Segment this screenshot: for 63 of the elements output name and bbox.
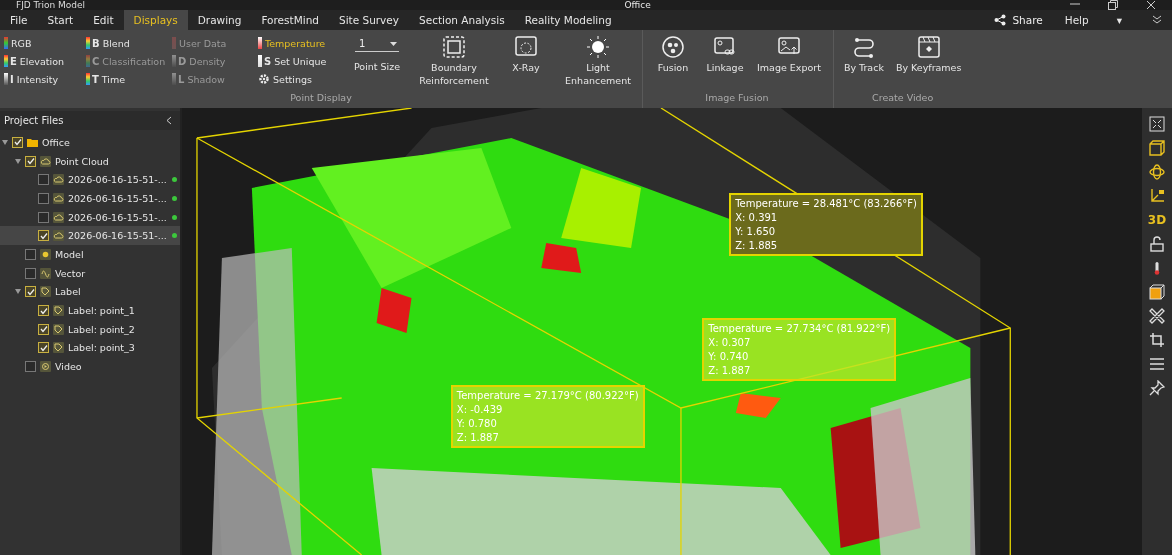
share-button[interactable]: Share (982, 10, 1055, 30)
coordinate-text: Y: 0.780 (456, 418, 498, 430)
menu-tab[interactable]: Site Survey (328, 10, 409, 30)
color-mode-button[interactable]: E Elevation (4, 52, 82, 70)
tree-item[interactable]: Vector (0, 263, 180, 283)
ribbon-button[interactable]: By Keyframes (891, 34, 966, 76)
tree-item[interactable]: 2026-06-16-15-51-... (0, 189, 180, 208)
tree-item[interactable]: 2026-06-16-15-51-... (0, 207, 180, 227)
help-dropdown[interactable]: ▾ (1098, 10, 1140, 30)
coordinate-text: Z: 1.887 (708, 365, 752, 377)
measurement-label[interactable]: Temperature = 28.481°C (83.266°F) X: 0.391 Y: 1.650 Z: 1.885 (729, 192, 924, 256)
ribbon-button[interactable]: Boundary Reinforcement (410, 34, 498, 89)
coordinate-text: Y: 1.650 (735, 225, 777, 237)
ribbon-button[interactable]: Fusion (649, 34, 697, 76)
coordinate-text: Z: 1.885 (735, 239, 779, 251)
group-label: Image Fusion (705, 92, 769, 103)
coordinate-text: X: -0.439 (456, 404, 504, 416)
help-menu[interactable]: Help (1054, 10, 1099, 30)
ribbon-button[interactable]: Light Enhancement (554, 34, 642, 89)
ribbon-button[interactable]: X-Ray (502, 34, 550, 76)
color-mode-button[interactable]: Temperature (258, 34, 340, 52)
menu-tab[interactable]: Start (37, 10, 84, 30)
color-mode-button[interactable]: I Intensity (4, 70, 82, 88)
coordinate-text: X: 0.307 (708, 337, 752, 349)
ribbon-button[interactable]: By Track (839, 34, 888, 76)
point-size-dropdown[interactable]: 1 (355, 34, 399, 52)
color-mode-button[interactable]: T Time (86, 70, 168, 88)
color-mode-button[interactable]: S Set Unique (258, 52, 340, 70)
tree-item[interactable]: Model (0, 245, 180, 264)
tree-item[interactable]: Label (0, 282, 180, 302)
3d-view-toggle[interactable]: 3D (1147, 212, 1167, 228)
ribbon-button[interactable]: Linkage (701, 34, 749, 76)
menu-tab[interactable]: Drawing (187, 10, 252, 30)
menu-tab[interactable]: File (0, 10, 38, 30)
temperature-text: Temperature = 27.734°C (81.922°F) (708, 323, 891, 335)
tree-item[interactable]: Label: point_1 (0, 301, 180, 320)
tree-item[interactable]: Label: point_2 (0, 319, 180, 339)
color-mode-button[interactable]: Settings (258, 70, 340, 88)
panel-title: Project Files (4, 115, 64, 126)
color-mode-button[interactable]: B Blend (86, 34, 168, 52)
group-label: Create Video (872, 92, 934, 103)
menu-tab[interactable]: Edit (83, 10, 124, 30)
tree-item[interactable]: Office (0, 133, 180, 152)
coordinate-text: X: 0.391 (735, 211, 779, 223)
menu-tab[interactable]: Displays (123, 10, 188, 30)
app-title: FJD Trion Model (16, 0, 86, 10)
color-mode-button[interactable]: RGB (4, 34, 82, 52)
tree-item[interactable]: 2026-06-16-15-51-... (0, 226, 180, 246)
menu-tab[interactable]: Reality Modeling (514, 10, 622, 30)
coordinate-text: Y: 0.740 (708, 351, 750, 363)
menu-tab[interactable]: Section Analysis (409, 10, 515, 30)
tree-item[interactable]: 2026-06-16-15-51-... (0, 170, 180, 190)
tree-item[interactable]: Video (0, 357, 180, 376)
point-size-label: Point Size (353, 60, 401, 73)
menu-tab[interactable]: ForestMind (251, 10, 329, 30)
document-title: Office (624, 0, 651, 10)
ribbon-button[interactable]: Image Export (753, 34, 825, 76)
coordinate-text: Z: 1.887 (456, 432, 500, 444)
tree-item[interactable]: Point Cloud (0, 151, 180, 171)
temperature-text: Temperature = 27.179°C (80.922°F) (456, 390, 639, 402)
temperature-text: Temperature = 28.481°C (83.266°F) (735, 197, 918, 209)
group-label: Point Display (290, 92, 352, 103)
tree-item[interactable]: Label: point_3 (0, 338, 180, 358)
